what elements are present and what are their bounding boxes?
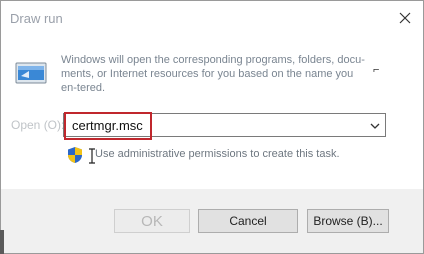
admin-note: Use administrative permissions to create… [95, 148, 340, 160]
chevron-down-icon[interactable] [369, 120, 381, 132]
description-text: Windows will open the corresponding prog… [61, 54, 365, 94]
open-combobox[interactable]: certmgr.msc [63, 113, 386, 137]
uac-shield-icon [68, 147, 82, 163]
title-bar: Draw run [1, 1, 423, 35]
browse-button[interactable]: Browse (B)... [307, 209, 389, 233]
open-label: Open (O): [11, 118, 65, 132]
window-title: Draw run [10, 11, 63, 26]
run-app-icon [15, 62, 47, 84]
run-dialog: Draw run Windows will open the correspon… [0, 0, 424, 254]
open-input[interactable]: certmgr.msc [72, 118, 143, 133]
close-icon [399, 12, 411, 24]
close-button[interactable] [393, 6, 417, 30]
ok-button[interactable]: OK [114, 209, 190, 233]
cursor-mark: ⌐ [373, 64, 380, 76]
cancel-button[interactable]: Cancel [198, 209, 298, 233]
background-edge [0, 230, 4, 254]
